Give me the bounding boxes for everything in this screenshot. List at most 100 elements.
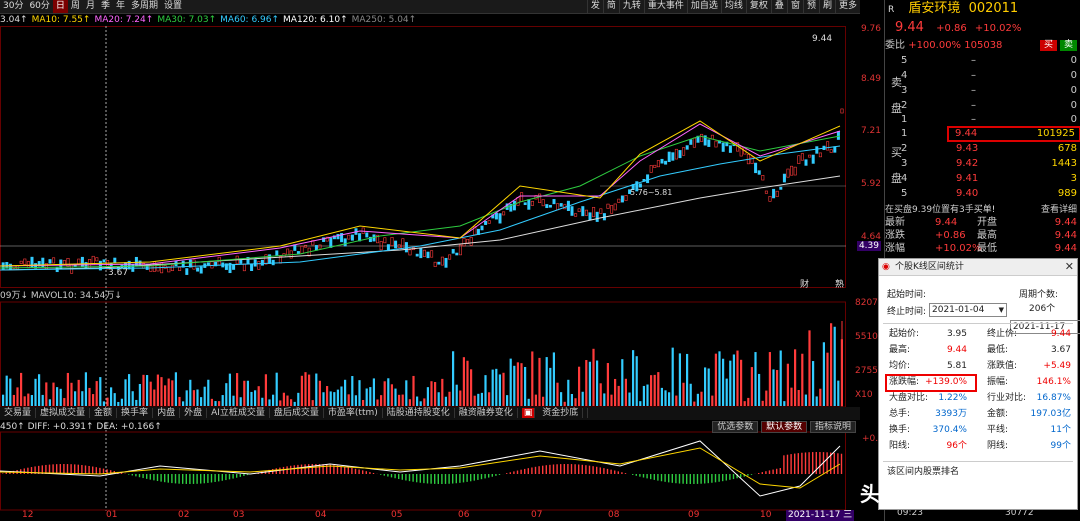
- tab-turnover[interactable]: 换手率: [117, 408, 154, 418]
- volume-scale: 8207 5510 2755 X10: [855, 298, 878, 400]
- tab-inner[interactable]: 内盘: [153, 408, 181, 418]
- volume-bar: [164, 385, 167, 406]
- volume-bar: [707, 368, 710, 406]
- macd-bar: [70, 464, 72, 474]
- current-date-label: 2021-11-17 三: [786, 510, 855, 521]
- volume-bar: [38, 374, 41, 406]
- stat-cell: 3393万: [935, 409, 967, 419]
- volume-bar: [131, 391, 134, 406]
- sell-button[interactable]: 卖: [1059, 40, 1077, 51]
- price-tick: 8.49: [860, 74, 881, 84]
- tool-predict[interactable]: 预: [802, 0, 819, 13]
- macd-bar: [527, 468, 529, 474]
- tool-refresh[interactable]: 刷: [818, 0, 835, 13]
- candle: [656, 160, 660, 168]
- dialog-titlebar[interactable]: ◉ 个股K线区间统计 ✕: [879, 259, 1077, 276]
- tab-year[interactable]: 年: [113, 0, 128, 13]
- tab-month[interactable]: 月: [83, 0, 98, 13]
- ma10-line: [0, 120, 841, 267]
- volume-bar: [776, 370, 779, 406]
- webi-label: 委比: [885, 40, 905, 51]
- macd-bar: [470, 474, 472, 482]
- tab-fund-bottom[interactable]: ▣ 资金抄底: [517, 408, 589, 418]
- volume-bar: [167, 378, 170, 406]
- tab-60min[interactable]: 60分: [26, 0, 52, 13]
- tab-week[interactable]: 周: [68, 0, 83, 13]
- view-detail-link[interactable]: 查看详细: [1041, 204, 1077, 216]
- right-toolbar: 发简九转 重大事件 加自选 均线 复权叠窗预刷更多: [586, 0, 860, 13]
- candle: [520, 192, 524, 202]
- macd-bar: [570, 464, 573, 474]
- tab-30min[interactable]: 30分: [0, 0, 26, 13]
- volume-bar: [185, 390, 188, 406]
- tool-fa[interactable]: 发: [586, 0, 603, 13]
- tool-add-watchlist[interactable]: 加自选: [686, 0, 721, 13]
- stat-cell: 99个: [1050, 441, 1071, 451]
- tab-multi-period[interactable]: 多周期: [128, 0, 161, 13]
- tab-northbound[interactable]: 陆股通持股变化: [382, 408, 455, 418]
- tool-adjust[interactable]: 复权: [745, 0, 771, 13]
- macd-bar: [135, 474, 137, 477]
- tool-jiuzhuan[interactable]: 九转: [618, 0, 644, 13]
- tool-overlay[interactable]: 叠: [770, 0, 787, 13]
- tool-jian[interactable]: 简: [602, 0, 619, 13]
- tab-margin[interactable]: 融资融券变化: [454, 408, 518, 418]
- macd-bars: [2, 452, 843, 484]
- volume-bar: [41, 394, 44, 406]
- macd-bar: [77, 464, 79, 474]
- tool-major-events[interactable]: 重大事件: [643, 0, 687, 13]
- macd-bar: [725, 474, 727, 481]
- tab-settings[interactable]: 设置: [161, 0, 185, 13]
- macd-bar: [444, 474, 447, 484]
- buy-button[interactable]: 买: [1039, 40, 1057, 51]
- candle: [538, 193, 542, 204]
- start-time-select[interactable]: 2021-01-04 ▼: [929, 303, 1007, 317]
- macd-bar: [646, 474, 648, 479]
- tab-after-hours[interactable]: 盘后成交量: [269, 408, 324, 418]
- tool-more[interactable]: 更多: [834, 0, 860, 13]
- volume-bar: [567, 379, 570, 406]
- candle: [440, 256, 444, 266]
- macd-bar: [441, 474, 443, 484]
- macd-bar: [617, 471, 619, 474]
- macd-bar: [207, 474, 209, 483]
- tab-amount[interactable]: 金额: [90, 408, 118, 418]
- volume-bar: [563, 401, 566, 406]
- volume-bar: [700, 391, 703, 406]
- indicator-help-button[interactable]: 指标说明: [809, 421, 856, 433]
- period-count-value: 206个: [1029, 304, 1056, 314]
- candle: [556, 203, 560, 211]
- tool-window[interactable]: 窗: [786, 0, 803, 13]
- tab-ai-volume[interactable]: AI立桩成交量: [207, 408, 270, 418]
- candle: [574, 213, 578, 217]
- volume-bar: [66, 372, 69, 406]
- macd-bar: [786, 454, 789, 474]
- stat-row: 最新 9.44 开盘 9.44: [885, 217, 1077, 228]
- volume-bar: [534, 394, 537, 406]
- volume-header: 09万↓ MAVOL10: 34.54万↓: [0, 291, 122, 301]
- finance-mark[interactable]: 财: [800, 277, 809, 290]
- volume-bar: [704, 367, 707, 406]
- vol-tick: 2755: [855, 366, 878, 376]
- tab-volume[interactable]: 交易量: [0, 408, 37, 418]
- ma10-value: MA10: 7.55↑: [31, 15, 91, 25]
- optimal-params-button[interactable]: 优选参数: [712, 421, 759, 433]
- tool-ma-lines[interactable]: 均线: [720, 0, 746, 13]
- lock-icon: ▣: [521, 408, 536, 418]
- tab-virtual-volume[interactable]: 虚拟成交量: [36, 408, 91, 418]
- candle: [728, 145, 732, 153]
- candle: [26, 261, 30, 269]
- default-params-button[interactable]: 默认参数: [761, 421, 808, 433]
- stat-cell: 均价:: [889, 361, 911, 371]
- event-mark[interactable]: 熟: [835, 277, 844, 290]
- tab-pe[interactable]: 市盈率(ttm): [323, 408, 383, 418]
- volume-bar: [326, 386, 329, 406]
- tab-day[interactable]: 日: [52, 0, 68, 13]
- tab-quarter[interactable]: 季: [98, 0, 113, 13]
- close-icon[interactable]: ✕: [1065, 259, 1074, 275]
- macd-bar: [534, 466, 537, 474]
- macd-bar: [714, 474, 717, 483]
- macd-bar: [520, 469, 522, 474]
- volume-bar: [743, 401, 746, 406]
- tab-outer[interactable]: 外盘: [180, 408, 208, 418]
